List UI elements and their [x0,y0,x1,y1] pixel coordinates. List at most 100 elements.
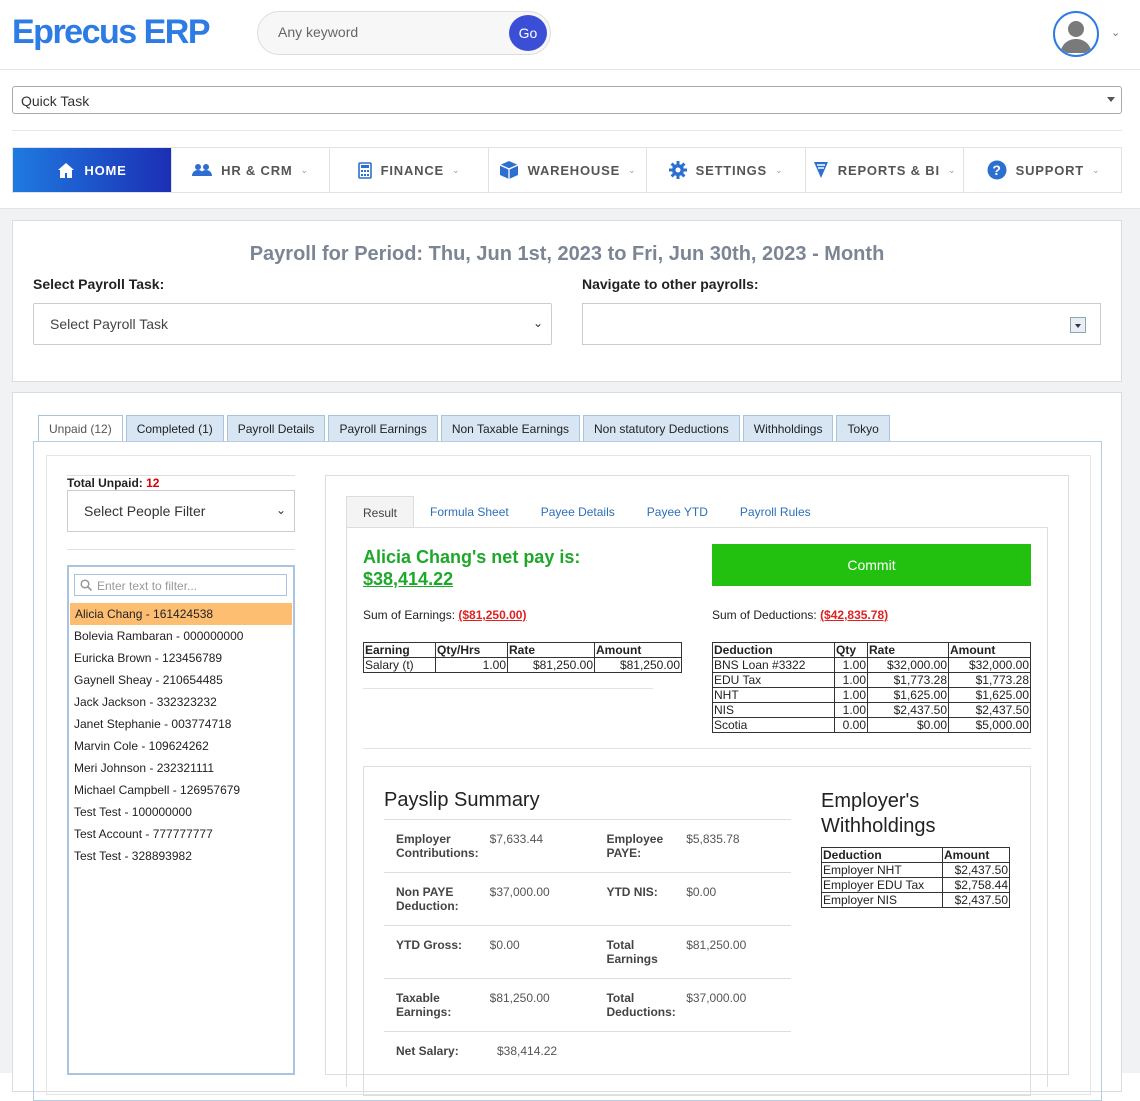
nav-label: REPORTS & BI [837,162,940,178]
dropdown-arrow-icon[interactable] [1070,317,1086,333]
column-header: Amount [942,847,1010,863]
nav-hr-crm[interactable]: HR & CRM ⌄ [172,148,330,192]
list-item[interactable]: Alicia Chang - 161424538 [70,603,292,625]
table-cell: 1.00 [834,687,868,703]
tab-payee-ytd[interactable]: Payee YTD [631,496,724,528]
chart-icon [813,161,829,179]
payslip-value: $0.00 [686,885,717,899]
table-cell: Employer NIS [821,892,943,908]
list-item[interactable]: Test Test - 100000000 [69,801,293,823]
result-column: Result Formula Sheet Payee Details Payee… [325,475,1069,1096]
tab-payroll-earnings[interactable]: Payroll Earnings [328,415,438,442]
list-item[interactable]: Gaynell Sheay - 210654485 [69,669,293,691]
nav-warehouse[interactable]: WAREHOUSE ⌄ [489,148,647,192]
tab-withholdings[interactable]: Withholdings [742,415,834,442]
payslip-label: Employee PAYE: [606,832,664,860]
payslip-row: Net Salary: $38,414.22 [384,1031,791,1084]
table-row: Salary (t) 1.00 $81,250.00 $81,250.00 [363,657,682,673]
tab-completed[interactable]: Completed (1) [125,415,224,442]
navigate-payrolls-label: Navigate to other payrolls: [582,276,759,292]
calculator-icon [357,161,372,179]
nav-label: WAREHOUSE [527,162,621,178]
list-item[interactable]: Janet Stephanie - 003774718 [69,713,293,735]
table-cell: $2,758.44 [942,877,1010,893]
quick-task-select[interactable]: Quick Task [12,86,1122,114]
people-filter-select[interactable]: Select People Filter ⌄ [67,490,295,532]
nav-label: FINANCE [380,162,445,178]
table-cell: $0.00 [867,717,949,733]
list-item[interactable]: Meri Johnson - 232321111 [69,757,293,779]
payroll-tabs: Unpaid (12) Completed (1) Payroll Detail… [38,415,893,442]
people-list: Enter text to filter... Alicia Chang - 1… [67,565,295,1075]
sum-deductions-value: ($42,835.78) [820,608,889,622]
chevron-down-icon[interactable]: ⌄ [1111,26,1120,39]
people-filter-value: Select People Filter [84,503,206,519]
table-cell: $2,437.50 [867,702,949,718]
table-cell: $5,000.00 [948,717,1031,733]
nav-support[interactable]: ? SUPPORT ⌄ [964,148,1123,192]
table-cell: Employer EDU Tax [821,877,943,893]
tab-unpaid[interactable]: Unpaid (12) [38,415,123,442]
table-header-row: Earning Qty/Hrs Rate Amount [363,642,682,658]
net-pay-amount: $38,414.22 [363,569,454,589]
tab-non-statutory-deductions[interactable]: Non statutory Deductions [583,415,740,442]
payslip-value: $5,835.78 [686,832,740,846]
payslip-row: YTD Gross: $0.00 Total Earnings $81,250.… [384,925,791,978]
sum-earnings-value: ($81,250.00) [458,608,527,622]
total-unpaid: Total Unpaid: 12 [67,475,295,490]
search-go-button[interactable]: Go [509,15,547,51]
table-cell: 1.00 [834,672,868,688]
nav-finance[interactable]: FINANCE ⌄ [330,148,489,192]
earnings-table: Earning Qty/Hrs Rate Amount Salary (t) 1… [363,642,682,673]
search-input[interactable] [278,24,498,40]
payslip-label: Non PAYE Deduction: [396,885,459,913]
list-item[interactable]: Test Test - 328893982 [69,845,293,867]
list-item[interactable]: Marvin Cole - 109624262 [69,735,293,757]
table-row: NHT 1.00 $1,625.00 $1,625.00 [712,687,1031,703]
table-row: NIS 1.00 $2,437.50 $2,437.50 [712,702,1031,718]
column-header: Amount [594,642,682,658]
tab-non-taxable-earnings[interactable]: Non Taxable Earnings [440,415,580,442]
chevron-down-icon: ⌄ [1092,164,1101,175]
list-item[interactable]: Jack Jackson - 332323232 [69,691,293,713]
list-item[interactable]: Euricka Brown - 123456789 [69,647,293,669]
tab-payroll-details[interactable]: Payroll Details [226,415,326,442]
payslip-label: Taxable Earnings: [396,991,452,1019]
payslip-row: Non PAYE Deduction: $37,000.00 YTD NIS: … [384,872,791,925]
withholdings-title-text: Employer's Withholdings [821,790,936,837]
payroll-header-panel: Payroll for Period: Thu, Jun 1st, 2023 t… [12,220,1122,382]
nav-reports-bi[interactable]: REPORTS & BI ⌄ [806,148,964,192]
tab-payee-details[interactable]: Payee Details [525,496,631,528]
tab-formula-sheet[interactable]: Formula Sheet [414,496,525,528]
chevron-down-icon: ⌄ [452,164,461,175]
list-item[interactable]: Bolevia Rambaran - 000000000 [69,625,293,647]
table-cell: Employer NHT [821,862,943,878]
page-title: Payroll for Period: Thu, Jun 1st, 2023 t… [249,243,885,265]
nav-settings[interactable]: SETTINGS ⌄ [647,148,806,192]
table-cell: NIS [712,702,835,718]
table-cell: 1.00 [834,657,868,673]
table-row: Employer EDU Tax $2,758.44 [821,877,1010,893]
quick-task-value: Quick Task [21,93,90,109]
table-cell: $32,000.00 [867,657,949,673]
app-logo[interactable]: Eprecus ERP [12,13,211,52]
divider [363,748,1031,749]
people-filter-input[interactable]: Enter text to filter... [74,574,287,596]
payroll-task-select[interactable]: Select Payroll Task ⌄ [33,303,552,345]
nav-label: HOME [84,162,127,178]
payroll-main-panel: Unpaid (12) Completed (1) Payroll Detail… [12,392,1122,1101]
payslip-value: $81,250.00 [489,991,550,1005]
payslip-value: $38,414.22 [497,1044,558,1058]
nav-home[interactable]: HOME [13,148,172,192]
list-item[interactable]: Test Account - 777777777 [69,823,293,845]
deductions-table: Deduction Qty Rate Amount BNS Loan #3322… [712,642,1031,733]
search-bar: Go [257,11,551,55]
commit-button[interactable]: Commit [712,544,1031,586]
navigate-payrolls-select[interactable] [582,303,1101,345]
users-icon [192,163,213,177]
list-item[interactable]: Michael Campbell - 126957679 [69,779,293,801]
user-avatar[interactable] [1053,11,1099,57]
tab-payroll-rules[interactable]: Payroll Rules [724,496,827,528]
tab-tokyo[interactable]: Tokyo [836,415,890,442]
tab-result[interactable]: Result [346,496,415,528]
